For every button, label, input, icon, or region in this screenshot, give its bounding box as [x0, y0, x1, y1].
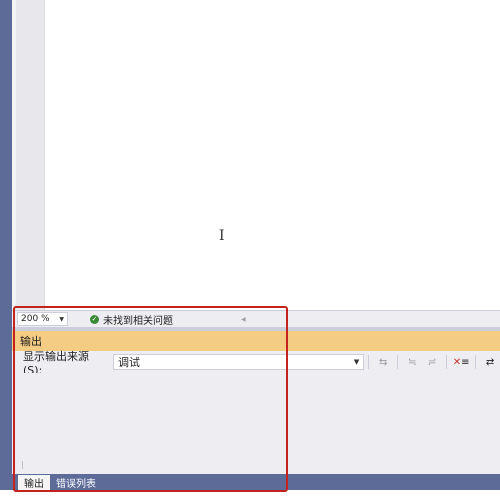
output-toolbar: 显示输出来源(S): 调试 ▼ ⇆ ≒ ≓ ✕ ≡ ⇄ [12, 350, 500, 377]
word-wrap-icon[interactable]: ⇄ [482, 354, 498, 370]
toolbar-separator [368, 355, 370, 369]
scroll-marker [22, 461, 23, 469]
find-next-icon[interactable]: ≒ [404, 354, 420, 370]
tab-error-list[interactable]: 错误列表 [50, 475, 102, 490]
go-to-location-icon[interactable]: ≓ [424, 354, 440, 370]
check-circle-icon: ✓ [90, 314, 99, 324]
issues-text: 未找到相关问题 [103, 315, 173, 327]
toolbar-separator [397, 355, 399, 369]
tab-error-list-label: 错误列表 [56, 479, 96, 490]
toolbar-separator [446, 355, 448, 369]
text-cursor-icon: I [219, 228, 225, 244]
output-text-area[interactable] [12, 373, 500, 474]
bottom-tab-strip: 输出 错误列表 [12, 474, 500, 490]
chevron-down-icon: ▼ [353, 358, 360, 366]
zoom-select[interactable]: 200 % ▼ [17, 312, 68, 326]
output-source-select[interactable]: 调试 ▼ [113, 354, 365, 370]
scroll-left-icon[interactable]: ◀ [241, 316, 246, 323]
toolbar-separator [475, 355, 477, 369]
find-previous-icon[interactable]: ⇆ [375, 354, 391, 370]
code-editor[interactable]: I [46, 0, 500, 310]
issues-indicator[interactable]: ✓ 未找到相关问题 [90, 312, 173, 327]
bottom-edge [0, 490, 500, 500]
tab-output[interactable]: 输出 [18, 475, 50, 490]
zoom-value: 200 % [21, 314, 50, 324]
editor-status-bar: 200 % ▼ ✓ 未找到相关问题 ◀ [12, 310, 500, 327]
clear-all-icon[interactable]: ✕ ≡ [453, 354, 470, 370]
window-left-frame [0, 0, 12, 500]
output-source-value: 调试 [118, 356, 140, 369]
chevron-down-icon: ▼ [59, 315, 64, 323]
editor-gutter-strip [12, 0, 16, 310]
editor-gutter [12, 0, 45, 310]
tab-output-label: 输出 [24, 479, 44, 490]
